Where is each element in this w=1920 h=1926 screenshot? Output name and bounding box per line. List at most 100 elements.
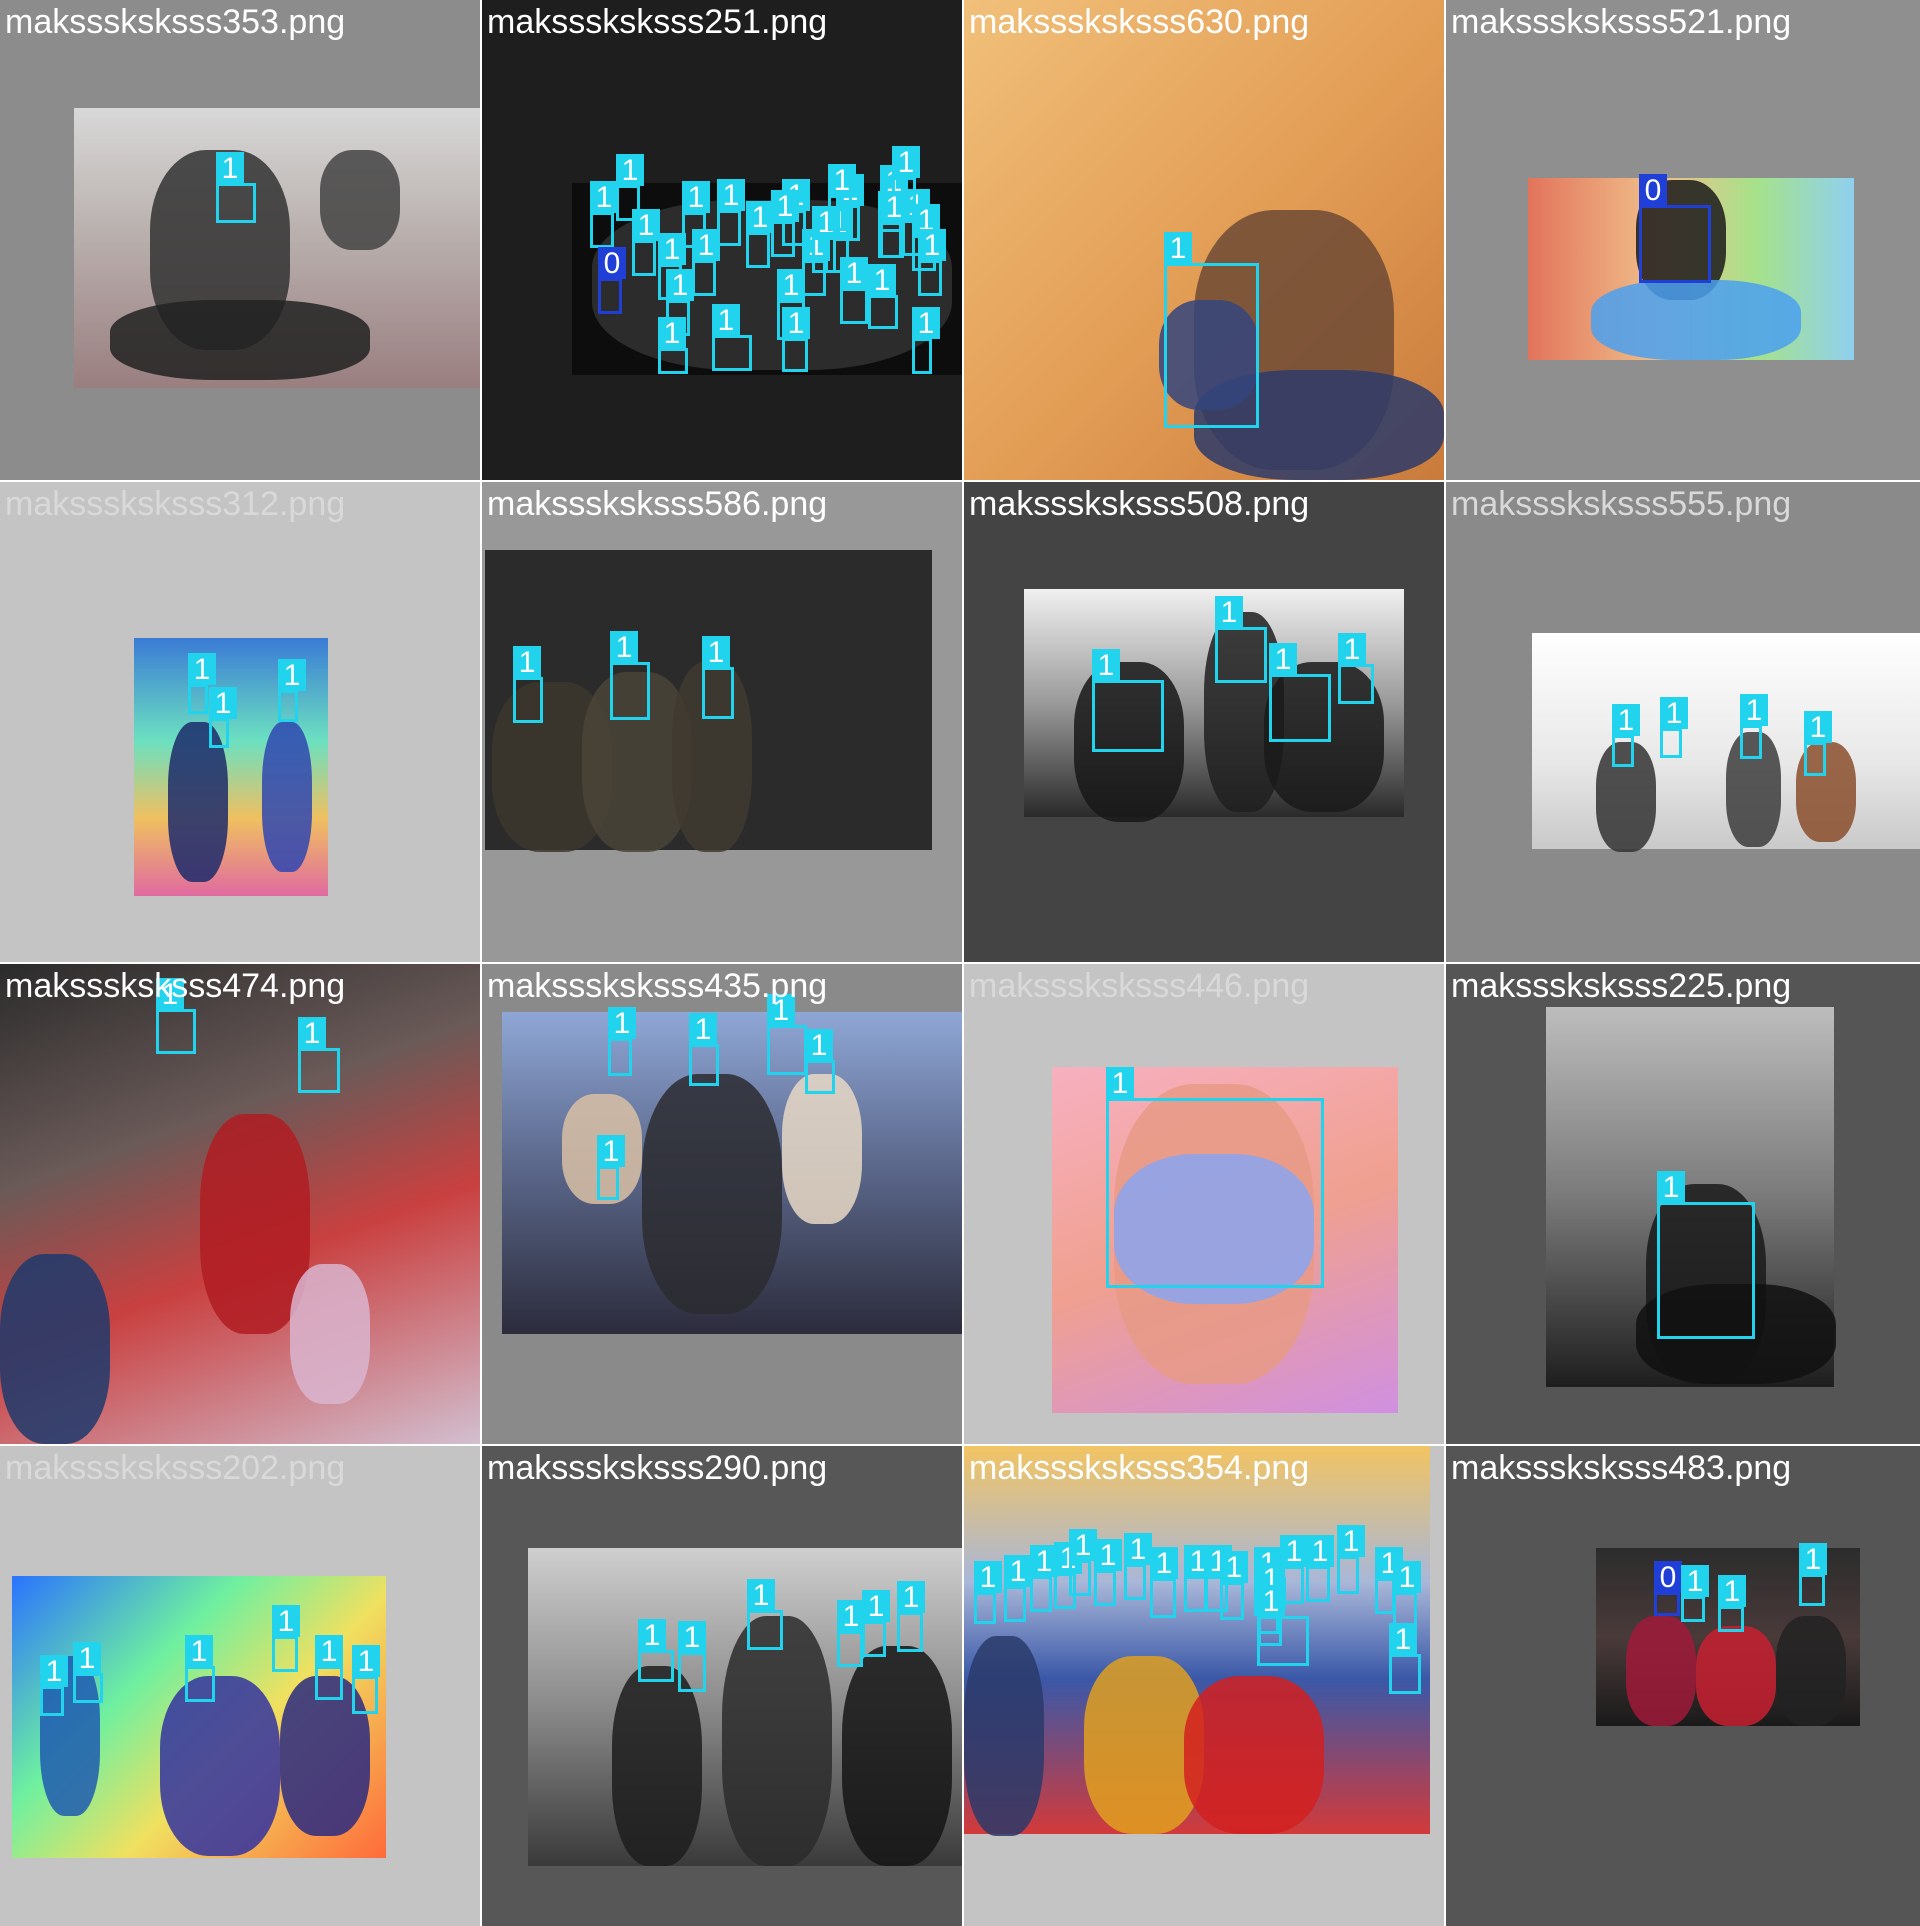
detection-box: 1 xyxy=(840,257,868,324)
class-label-tag: 1 xyxy=(692,229,720,262)
tile-4[interactable]: 0 maksssksksss521.png xyxy=(1446,0,1920,480)
detection-box: 1 xyxy=(608,1007,636,1076)
class-label-tag: 1 xyxy=(1069,1529,1097,1562)
tile-15[interactable]: 111111111111111111111maksssksksss354.png xyxy=(964,1446,1444,1926)
detection-box: 1 xyxy=(272,1605,300,1672)
tile-photo xyxy=(1532,633,1920,849)
class-label-tag: 1 xyxy=(610,631,638,664)
detection-box: 1 xyxy=(632,209,660,276)
class-label-tag: 1 xyxy=(678,1621,706,1654)
detection-box: 1 xyxy=(1164,232,1259,428)
class-label-tag: 1 xyxy=(897,1581,925,1614)
tile-filename: maksssksksss630.png xyxy=(969,3,1310,41)
tile-filename: maksssksksss474.png xyxy=(5,967,346,1005)
detection-box: 1 xyxy=(352,1645,380,1714)
class-label-tag: 1 xyxy=(918,229,946,262)
detection-box: 1 xyxy=(1338,633,1374,704)
tile-16[interactable]: 0 1 1 1 maksssksksss483.png xyxy=(1446,1446,1920,1926)
tile-13[interactable]: 1 1 1 1 1 1 maksssksksss202.png xyxy=(0,1446,480,1926)
detection-box: 1 xyxy=(912,307,940,374)
detection-box: 1 xyxy=(1612,704,1640,767)
class-label-tag: 1 xyxy=(638,1619,666,1652)
person-silhouette xyxy=(262,722,312,872)
tile-6[interactable]: 1 1 1 maksssksksss586.png xyxy=(482,482,962,962)
class-label-tag: 1 xyxy=(747,1579,775,1612)
detection-box: 1 xyxy=(315,1635,343,1700)
tile-11[interactable]: 1 maksssksksss446.png xyxy=(964,964,1444,1444)
class-label-tag: 1 xyxy=(616,154,644,187)
detection-box: 1 xyxy=(974,1561,1002,1624)
detection-box: 1 xyxy=(1092,649,1164,752)
detection-box: 1 xyxy=(828,164,856,231)
detection-box: 1 xyxy=(1030,1545,1058,1612)
class-label-tag: 1 xyxy=(1804,711,1832,744)
person-silhouette xyxy=(1591,280,1801,360)
detection-box: 1 xyxy=(185,1635,215,1702)
detection-box: 1 xyxy=(1124,1533,1152,1600)
class-label-tag: 1 xyxy=(837,1600,865,1633)
class-label-tag: 1 xyxy=(805,1029,833,1062)
detection-box: 1 xyxy=(1337,1525,1365,1594)
class-label-tag: 1 xyxy=(632,209,660,242)
detection-box: 1 xyxy=(746,201,774,268)
person-silhouette xyxy=(642,1074,782,1314)
detection-box: 1 xyxy=(717,179,745,246)
person-silhouette xyxy=(1776,1616,1846,1726)
class-label-tag: 1 xyxy=(1612,704,1640,737)
class-label-tag: 1 xyxy=(1257,1585,1285,1618)
tile-5[interactable]: 1 1 1 maksssksksss312.png xyxy=(0,482,480,962)
class-label-tag: 1 xyxy=(682,181,710,214)
detection-box: 0 xyxy=(1654,1561,1682,1616)
class-label-tag: 1 xyxy=(608,1007,636,1040)
tile-filename: maksssksksss202.png xyxy=(5,1449,346,1487)
class-label-tag: 1 xyxy=(216,152,244,185)
detection-box: 1 xyxy=(1094,1539,1122,1606)
tile-3[interactable]: 1 maksssksksss630.png xyxy=(964,0,1444,480)
class-label-tag: 1 xyxy=(666,269,694,302)
detection-box: 1 xyxy=(610,631,650,720)
tile-12[interactable]: 1 maksssksksss225.png xyxy=(1446,964,1920,1444)
tile-10[interactable]: 1 1 1 1 1 maksssksksss435.png xyxy=(482,964,962,1444)
class-label-tag: 1 xyxy=(1215,596,1243,629)
detection-box: 1 xyxy=(880,191,908,258)
class-label-tag: 1 xyxy=(209,687,237,720)
detection-box: 1 xyxy=(868,264,898,329)
class-label-tag: 1 xyxy=(892,146,920,179)
tile-9[interactable]: 1 1 maksssksksss474.png xyxy=(0,964,480,1444)
person-silhouette xyxy=(290,1264,370,1404)
class-label-tag: 1 xyxy=(658,317,686,350)
detection-box: 1 xyxy=(1220,1551,1248,1620)
tile-2[interactable]: 1111011111111111111111111111111maksssksk… xyxy=(482,0,962,480)
class-label-tag: 1 xyxy=(1389,1623,1417,1656)
class-label-tag: 1 xyxy=(1657,1171,1685,1204)
class-label-tag: 0 xyxy=(1639,174,1667,207)
tile-7[interactable]: 1 1 1 1 maksssksksss508.png xyxy=(964,482,1444,962)
class-label-tag: 1 xyxy=(1269,643,1297,676)
detection-box: 1 xyxy=(209,687,237,748)
tile-1[interactable]: 1 maksssksksss353.png xyxy=(0,0,480,480)
person-silhouette xyxy=(782,1074,862,1224)
class-label-tag: 1 xyxy=(1660,697,1688,730)
class-label-tag: 1 xyxy=(1124,1533,1152,1566)
detection-box: 1 xyxy=(1150,1547,1178,1618)
class-label-tag: 1 xyxy=(513,646,541,679)
class-label-tag: 1 xyxy=(840,257,868,290)
detection-box: 1 xyxy=(747,1579,783,1650)
tile-filename: maksssksksss353.png xyxy=(5,3,346,41)
tile-filename: maksssksksss508.png xyxy=(969,485,1310,523)
detection-box: 1 xyxy=(1660,697,1688,758)
class-label-tag: 1 xyxy=(702,636,730,669)
class-label-tag: 1 xyxy=(590,181,618,214)
detection-box: 1 xyxy=(805,1029,835,1094)
detection-box: 1 xyxy=(712,304,752,371)
tile-8[interactable]: 1 1 1 1 maksssksksss555.png xyxy=(1446,482,1920,962)
class-label-tag: 1 xyxy=(1106,1067,1134,1100)
detection-box: 1 xyxy=(692,229,720,296)
tile-filename: maksssksksss446.png xyxy=(969,967,1310,1005)
detection-box: 1 xyxy=(216,152,256,223)
person-silhouette xyxy=(110,300,370,380)
tile-filename: maksssksksss354.png xyxy=(969,1449,1310,1487)
tile-14[interactable]: 1 1 1 1 1 1 maksssksksss290.png xyxy=(482,1446,962,1926)
mosaic-grid: 1 maksssksksss353.png 1111011111111111111… xyxy=(0,0,1920,1926)
detection-box: 1 xyxy=(812,206,840,273)
